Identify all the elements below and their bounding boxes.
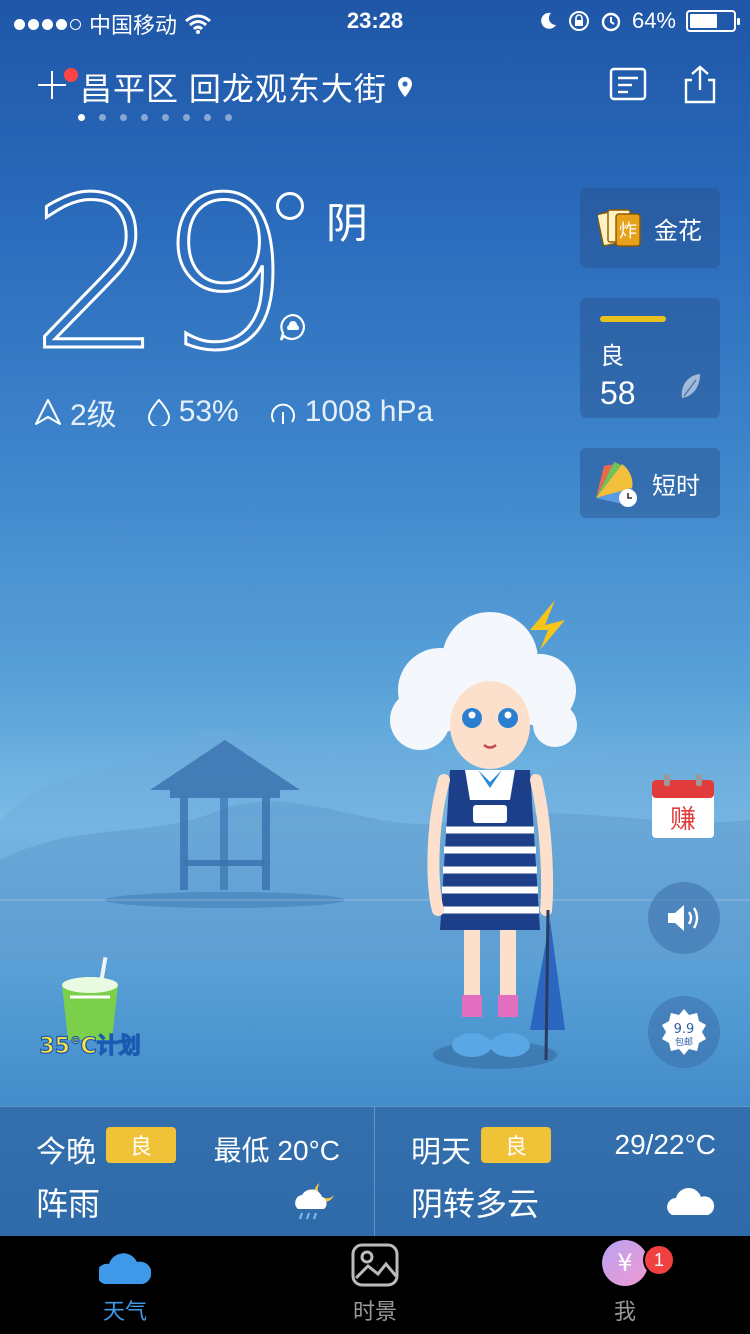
alarm-icon xyxy=(601,12,621,32)
page-indicator[interactable] xyxy=(78,114,232,121)
game-card-label: 金花 xyxy=(654,217,702,245)
battery-icon xyxy=(686,10,740,32)
battery-fill xyxy=(690,14,717,28)
shopping-promo-button[interactable]: 9.9 包邮 xyxy=(648,996,720,1068)
status-right: 64% xyxy=(538,8,740,34)
game-icon-text: 炸 xyxy=(619,221,637,242)
tab-weather[interactable]: 天气 xyxy=(0,1236,250,1334)
short-term-forecast-card[interactable]: 短时 xyxy=(580,448,720,518)
weather-metrics: 2级 53% 1008 hPa xyxy=(34,390,433,434)
page-dot xyxy=(99,114,106,121)
svg-text:¥: ¥ xyxy=(617,1249,632,1277)
tomorrow-temp: 29/22°C xyxy=(614,1129,717,1160)
game-card[interactable]: 炸 金花 xyxy=(580,188,720,268)
battery-percent: 64% xyxy=(631,8,676,33)
promo-plan-text: 35℃计划 xyxy=(40,1034,140,1059)
forecast-panel: 今晚 良 最低 20°C 阵雨 明天 良 29/22°C 阴转多云 xyxy=(0,1106,750,1237)
pressure-metric: 1008 hPa xyxy=(269,390,433,434)
wind-value: 2级 xyxy=(70,399,117,432)
share-icon[interactable] xyxy=(680,64,720,104)
promo-price: 9.9 xyxy=(674,1022,695,1037)
tomorrow-desc: 阴转多云 xyxy=(411,1186,540,1222)
promo-sub: 包邮 xyxy=(675,1036,693,1048)
tomorrow-label: 明天 xyxy=(411,1136,471,1169)
page-dot xyxy=(120,114,127,121)
wind-direction-icon xyxy=(35,399,61,425)
status-bar: 中国移动 23:28 64% xyxy=(0,0,750,40)
weather-character xyxy=(390,600,577,1069)
humidity-drop-icon xyxy=(147,398,170,426)
image-icon xyxy=(351,1243,399,1287)
chat-icon[interactable] xyxy=(278,312,308,342)
earn-label: 赚 xyxy=(670,805,696,835)
degree-icon xyxy=(276,192,304,220)
wind-metric: 2级 xyxy=(34,390,117,434)
cloud-icon xyxy=(667,1188,715,1215)
location-pin-icon xyxy=(397,77,412,97)
cup-promo-icon[interactable]: 35℃计划 xyxy=(40,955,140,1065)
pressure-value: 1008 hPa xyxy=(304,395,434,428)
tab-weather-label: 天气 xyxy=(102,1299,147,1324)
tonight-aqi-badge: 良 xyxy=(106,1127,176,1163)
price-badge-icon: 9.9 包邮 xyxy=(662,1009,706,1055)
page-dot xyxy=(204,114,211,121)
short-term-label: 短时 xyxy=(652,472,700,500)
page-dot xyxy=(141,114,148,121)
tomorrow-forecast[interactable]: 明天 良 29/22°C 阴转多云 xyxy=(375,1107,750,1237)
tab-scenery-label: 时景 xyxy=(352,1299,397,1324)
tomorrow-aqi-badge: 良 xyxy=(481,1127,551,1163)
weather-condition: 阴 xyxy=(326,200,369,247)
sound-button[interactable] xyxy=(648,882,720,954)
aqi-level: 良 xyxy=(600,343,624,370)
location-title[interactable]: 昌平区 回龙观东大街 xyxy=(80,64,413,110)
umbrella-clock-icon xyxy=(596,462,637,507)
tab-scenery[interactable]: 时景 xyxy=(250,1236,500,1334)
earn-calendar-button[interactable]: 赚 xyxy=(650,770,716,842)
notification-badge: 1 xyxy=(643,1244,675,1276)
current-temperature: 29 xyxy=(28,152,292,397)
air-quality-card[interactable]: 良 58 xyxy=(580,298,720,418)
moon-icon xyxy=(541,12,556,29)
page-dot xyxy=(183,114,190,121)
aqi-color-bar xyxy=(600,316,666,322)
notification-dot xyxy=(64,68,78,82)
tonight-desc: 阵雨 xyxy=(36,1186,101,1222)
tab-me-label: 我 xyxy=(613,1299,636,1324)
cloud-icon xyxy=(99,1253,151,1284)
tab-bar: 天气 时景 ¥ 我 1 xyxy=(0,1236,750,1334)
tab-me[interactable]: ¥ 我 1 xyxy=(500,1236,750,1334)
tonight-temp: 最低 20°C xyxy=(213,1135,340,1166)
news-icon[interactable] xyxy=(608,64,648,104)
pressure-gauge-icon xyxy=(270,403,295,424)
calendar-icon: 赚 xyxy=(652,774,714,838)
cards-game-icon: 炸 xyxy=(598,209,641,247)
page-dot xyxy=(162,114,169,121)
humidity-metric: 53% xyxy=(147,390,239,434)
leaf-icon xyxy=(681,374,700,398)
rain-moon-icon xyxy=(295,1183,334,1220)
pavilion-scenery xyxy=(0,731,750,960)
page-dot xyxy=(225,114,232,121)
tonight-label: 今晚 xyxy=(36,1136,96,1169)
tonight-forecast[interactable]: 今晚 良 最低 20°C 阵雨 xyxy=(0,1107,375,1237)
page-dot xyxy=(78,114,85,121)
humidity-value: 53% xyxy=(178,395,239,428)
rotation-lock-icon xyxy=(568,11,589,31)
location-label: 昌平区 回龙观东大街 xyxy=(80,71,387,107)
speaker-icon xyxy=(668,905,699,931)
header: 昌平区 回龙观东大街 xyxy=(0,56,750,116)
